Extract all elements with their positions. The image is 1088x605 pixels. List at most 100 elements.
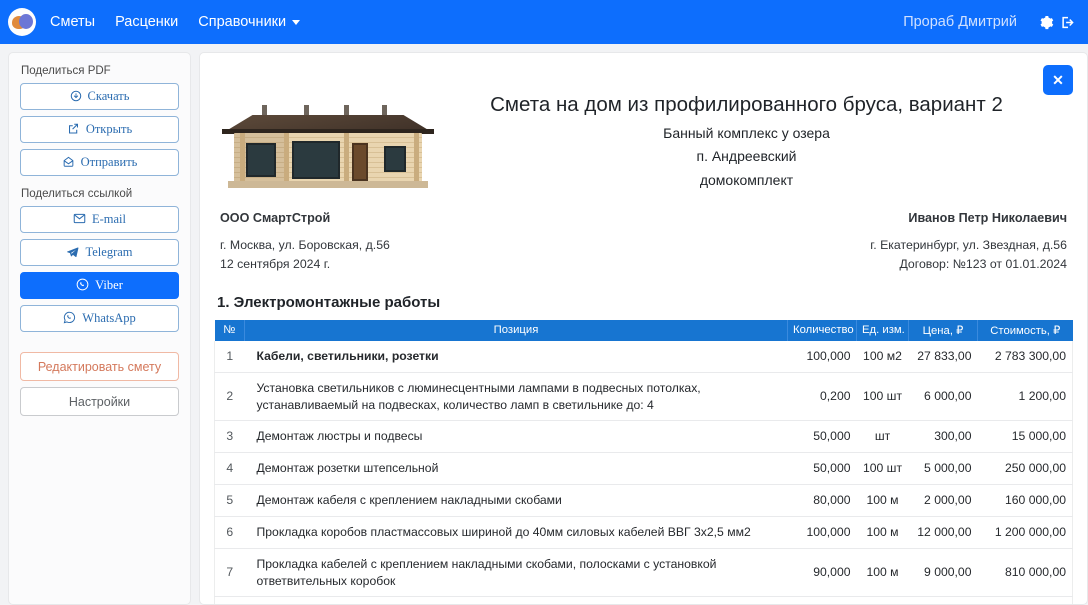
nav-link-references[interactable]: Справочники (198, 14, 300, 30)
top-navbar: Сметы Расценки Справочники Прораб Дмитри… (0, 0, 1088, 44)
table-row[interactable]: 5Демонтаж кабеля с креплением накладными… (215, 485, 1073, 517)
cell-position: Прокладка кабелей с креплением накладным… (245, 548, 788, 597)
cell-sum: 2 783 300,00 (978, 341, 1073, 372)
house-window-2 (292, 141, 340, 179)
cell-price: 520,00 (909, 597, 978, 605)
document-subtitle-2: п. Андреевский (440, 147, 1053, 166)
email-icon (73, 213, 86, 226)
close-icon[interactable]: ✕ (1043, 65, 1073, 95)
logout-icon[interactable] (1060, 15, 1076, 30)
table-row[interactable]: 3Демонтаж люстры и подвесы50,000шт300,00… (215, 421, 1073, 453)
th-position: Позиция (245, 320, 788, 341)
table-row[interactable]: 1Кабели, светильники, розетки100,000100 … (215, 341, 1073, 372)
cell-unit: 100 м2 (857, 341, 909, 372)
nav-link-estimates[interactable]: Сметы (50, 14, 95, 30)
cell-number: 8 (215, 597, 245, 605)
cell-number: 4 (215, 453, 245, 485)
share-whatsapp-label: WhatsApp (82, 311, 135, 326)
cell-price: 9 000,00 (909, 548, 978, 597)
cell-sum: 15 000,00 (978, 421, 1073, 453)
share-link-label: Поделиться ссылкой (21, 188, 179, 200)
document-subtitle-1: Банный комплекс у озера (440, 124, 1053, 143)
cell-price: 5 000,00 (909, 453, 978, 485)
cell-price: 6 000,00 (909, 372, 978, 421)
th-quantity: Количество (788, 320, 857, 341)
th-sum: Стоимость, ₽ (978, 320, 1073, 341)
cell-quantity: 90,000 (788, 548, 857, 597)
cell-position: Демонтаж люстры и подвесы (245, 421, 788, 453)
table-row[interactable]: 4Демонтаж розетки штепсельной50,000100 ш… (215, 453, 1073, 485)
th-price: Цена, ₽ (909, 320, 978, 341)
settings-button[interactable]: Настройки (20, 387, 179, 416)
telegram-icon (66, 246, 79, 260)
page-body: Поделиться PDF Скачать Открыть Отправить… (0, 44, 1088, 605)
document-subtitle-3: домокомплект (440, 171, 1053, 190)
house-column-4 (414, 133, 419, 185)
cell-number: 5 (215, 485, 245, 517)
house-window-3 (384, 146, 406, 172)
cell-number: 7 (215, 548, 245, 597)
share-whatsapp-button[interactable]: WhatsApp (20, 305, 179, 332)
cell-quantity: 20,000 (788, 597, 857, 605)
table-header-row: № Позиция Количество Ед. изм. Цена, ₽ Ст… (215, 320, 1073, 341)
table-row[interactable]: 6Прокладка коробов пластмассовых шириной… (215, 516, 1073, 548)
th-number: № (215, 320, 245, 341)
document-header: Смета на дом из профилированного бруса, … (214, 65, 1073, 195)
estimate-table: № Позиция Количество Ед. изм. Цена, ₽ Ст… (214, 320, 1073, 605)
nav-link-prices[interactable]: Расценки (115, 14, 178, 30)
cell-price: 12 000,00 (909, 516, 978, 548)
table-row[interactable]: 2Установка светильников с люминесцентным… (215, 372, 1073, 421)
send-pdf-button[interactable]: Отправить (20, 149, 179, 176)
table-header: № Позиция Количество Ед. изм. Цена, ₽ Ст… (215, 320, 1073, 341)
send-pdf-label: Отправить (81, 155, 138, 170)
cell-quantity: 100,000 (788, 516, 857, 548)
logo-shape-blue (19, 14, 33, 29)
cell-position: Прокладка коробов пластмассовых шириной … (245, 516, 788, 548)
cell-unit: 100 шт (857, 372, 909, 421)
open-external-icon (67, 123, 80, 137)
contractor-address: г. Москва, ул. Боровская, д.56 (220, 236, 390, 255)
cell-unit: 100 м (857, 548, 909, 597)
house-window-1 (246, 143, 276, 177)
cell-position: Демонтаж розетки штепсельной (245, 453, 788, 485)
open-pdf-label: Открыть (86, 122, 132, 137)
share-telegram-button[interactable]: Telegram (20, 239, 179, 266)
cell-sum: 10 400,00 (978, 597, 1073, 605)
house-column-3 (344, 133, 349, 185)
table-row[interactable]: 7Прокладка кабелей с креплением накладны… (215, 548, 1073, 597)
page-title: Смета на дом из профилированного бруса, … (440, 93, 1053, 118)
cell-position: Кабели, светильники, розетки (245, 341, 788, 372)
cell-price: 300,00 (909, 421, 978, 453)
cell-quantity: 50,000 (788, 453, 857, 485)
cell-position: Демонтаж кабеля с креплением накладными … (245, 485, 788, 517)
app-logo-icon[interactable] (8, 8, 36, 36)
cell-position: Установка светильников с люминесцентными… (245, 372, 788, 421)
contractor-block: ООО СмартСтрой г. Москва, ул. Боровская,… (220, 209, 390, 274)
download-pdf-label: Скачать (88, 89, 130, 104)
section-title: 1. Электромонтажные работы (217, 294, 1073, 311)
cell-quantity: 50,000 (788, 421, 857, 453)
cell-price: 2 000,00 (909, 485, 978, 517)
share-viber-label: Viber (95, 278, 123, 293)
table-row[interactable]: 8Светильник ЛСП 4х18 с накладной зеркаль… (215, 597, 1073, 605)
document-titles: Смета на дом из профилированного бруса, … (440, 85, 1073, 195)
gear-icon[interactable] (1039, 15, 1054, 30)
share-viber-button[interactable]: Viber (20, 272, 179, 299)
cell-unit: 100 м (857, 485, 909, 517)
cell-number: 2 (215, 372, 245, 421)
customer-contract: Договор: №123 от 01.01.2024 (870, 255, 1067, 274)
download-pdf-button[interactable]: Скачать (20, 83, 179, 110)
house-door (352, 143, 368, 181)
cell-position: Светильник ЛСП 4х18 с накладной зеркальн… (245, 597, 788, 605)
house-base (228, 181, 428, 188)
share-sidebar: Поделиться PDF Скачать Открыть Отправить… (8, 52, 191, 605)
edit-estimate-button[interactable]: Редактировать смету (20, 352, 179, 381)
viber-icon (76, 278, 89, 293)
cell-number: 6 (215, 516, 245, 548)
whatsapp-icon (63, 311, 76, 326)
cell-number: 1 (215, 341, 245, 372)
share-email-button[interactable]: E-mail (20, 206, 179, 233)
cell-sum: 810 000,00 (978, 548, 1073, 597)
share-telegram-label: Telegram (85, 245, 132, 260)
open-pdf-button[interactable]: Открыть (20, 116, 179, 143)
